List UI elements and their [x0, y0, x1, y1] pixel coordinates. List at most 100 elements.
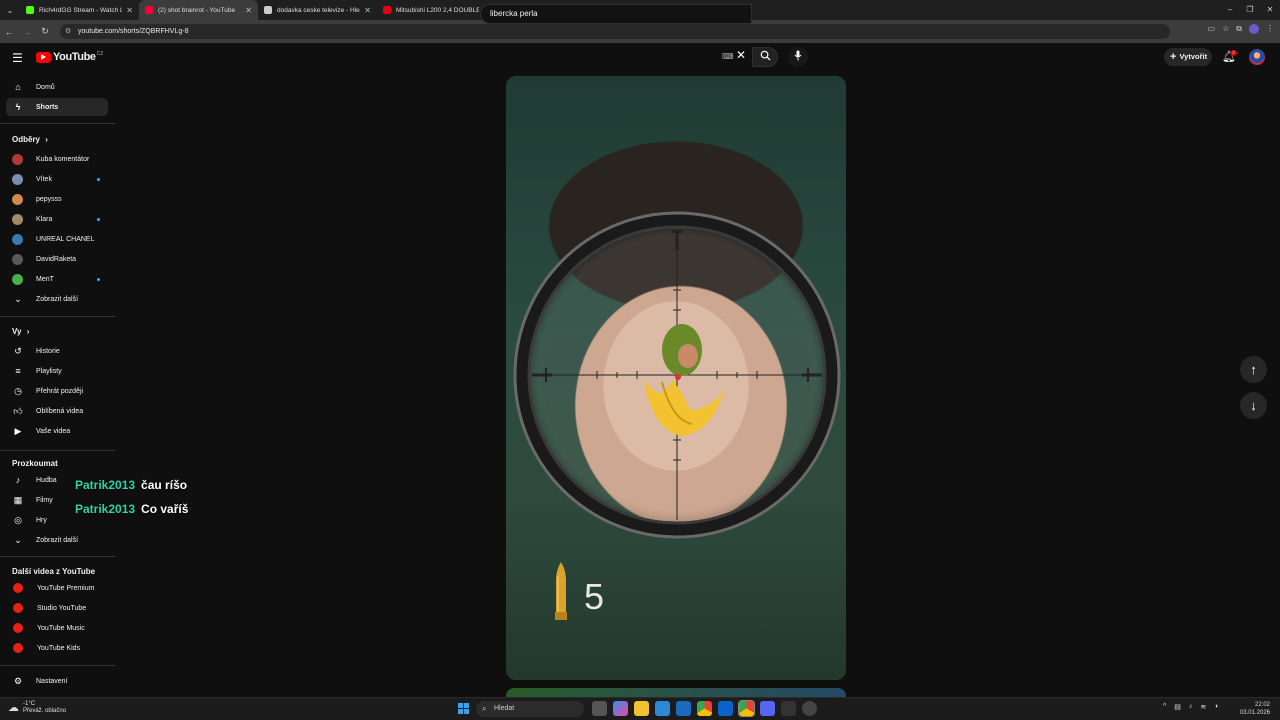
explore-section-label: Prozkoumat — [12, 459, 58, 468]
subscription-item[interactable]: Kuba komentátor — [6, 150, 108, 168]
file-explorer-icon[interactable] — [634, 701, 649, 716]
sidebar-item-label: YouTube Music — [37, 624, 85, 632]
subscription-item[interactable]: pepysss — [6, 190, 108, 208]
close-tab-icon[interactable]: ✕ — [364, 6, 371, 15]
sidebar-item-label: Filmy — [36, 496, 53, 504]
youtube-play-icon — [36, 51, 51, 63]
edge-icon[interactable] — [655, 701, 670, 716]
new-content-dot — [97, 177, 100, 181]
browser-tab[interactable]: Mitsubishi L200 2,4 DOUBLE CAB✕ — [377, 0, 496, 20]
youtube-app-item[interactable]: YouTube Kids — [6, 639, 108, 657]
wifi-icon[interactable]: ≋ — [1200, 703, 1206, 711]
tab-search-icon[interactable]: ⌄ — [0, 0, 20, 20]
mail-icon[interactable] — [676, 701, 691, 716]
short-video-player[interactable]: 5 — [506, 76, 846, 680]
obs-icon[interactable] — [781, 701, 796, 716]
logo-text: YouTube — [53, 51, 96, 63]
create-button[interactable]: + Vytvořit — [1164, 48, 1212, 66]
sidebar-item-playlists[interactable]: ≡ Playlisty — [6, 362, 108, 380]
create-label: Vytvořit — [1179, 52, 1208, 61]
youtube-app-item[interactable]: YouTube Music — [6, 619, 108, 637]
chrome-icon[interactable] — [697, 701, 712, 716]
close-window-icon[interactable]: ✕ — [1260, 0, 1280, 20]
youtube-app-item[interactable]: YouTube Premium — [6, 579, 108, 597]
sidebar-item-like[interactable]: 👍︎ Oblíbená videa — [6, 402, 108, 420]
watch-later-icon: ◷ — [14, 385, 22, 396]
browser-tab[interactable]: dodavka ceske televize - Hledat ✕ — [258, 0, 377, 20]
site-info-icon[interactable]: ⚙ — [65, 24, 71, 39]
cast-icon[interactable]: ▭ — [1208, 24, 1216, 34]
search-input[interactable]: libercka perla — [480, 4, 752, 24]
sidebar-item-your-videos[interactable]: ▶ Vaše videa — [6, 422, 108, 440]
browser-tab[interactable]: (2) shot brainrot - YouTube ✕ — [139, 0, 258, 20]
sidebar-item-shorts[interactable]: ϟ Shorts — [6, 98, 108, 116]
tray-overflow-icon[interactable]: ^ — [1163, 703, 1166, 711]
tab-title: dodavka ceske televize - Hledat — [277, 6, 361, 14]
next-short-button[interactable]: ↓ — [1240, 392, 1267, 419]
task-view-icon[interactable] — [592, 701, 607, 716]
close-tab-icon[interactable]: ✕ — [245, 6, 252, 15]
browser-tab[interactable]: Rich4rdGG Stream - Watch Live✕ — [20, 0, 139, 20]
clear-search-icon[interactable]: ✕ — [736, 48, 746, 62]
youtube-app-item[interactable]: Studio YouTube — [6, 599, 108, 617]
mic-tray-icon[interactable]: ♪ — [1189, 703, 1193, 711]
more-from-youtube-section: Další videa z YouTube — [12, 567, 95, 576]
more-from-youtube-section-label: Další videa z YouTube — [12, 567, 96, 576]
profile-icon[interactable] — [1249, 24, 1259, 34]
subscriptions-section[interactable]: Odběry › — [12, 135, 48, 144]
sidebar-item-history[interactable]: ↺ Historie — [6, 342, 108, 360]
keyboard-icon[interactable]: ⌨ — [722, 52, 734, 61]
chat-username: Patrik2013 — [75, 478, 136, 492]
account-avatar[interactable] — [1249, 49, 1265, 65]
minimize-icon[interactable]: – — [1220, 0, 1240, 20]
sidebar-item-watch-later[interactable]: ◷ Přehrát později — [6, 382, 108, 400]
previous-short-button[interactable]: ↑ — [1240, 356, 1267, 383]
voice-search-button[interactable] — [788, 47, 808, 67]
reload-icon[interactable]: ↻ — [36, 26, 54, 37]
volume-icon[interactable]: ◖ — [1214, 703, 1218, 711]
subscription-item[interactable]: UNREAL CHANEL — [6, 230, 108, 248]
youtube-app-icon — [13, 643, 23, 653]
bookmark-star-icon[interactable]: ☆ — [1222, 24, 1229, 34]
youtube-header: ☰ YouTube CZ — [0, 43, 1280, 73]
weather-widget[interactable]: ☁ -1°C Převáž. oblačno — [8, 701, 66, 715]
subscription-item[interactable]: MenT — [6, 270, 108, 288]
guide-menu-icon[interactable]: ☰ — [12, 51, 23, 65]
sidebar-item-settings[interactable]: ⚙ Nastavení — [6, 672, 108, 690]
browser-menu-icon[interactable]: ⋮ — [1266, 24, 1274, 34]
you-section[interactable]: Vy › — [12, 327, 29, 336]
windows-start-icon[interactable] — [458, 703, 469, 714]
copilot-icon[interactable] — [613, 701, 628, 716]
recording-icon[interactable] — [802, 701, 817, 716]
sidebar-item-home[interactable]: ⌂ Domů — [6, 78, 108, 96]
forward-icon[interactable]: → — [18, 27, 36, 37]
arrow-up-icon: ↑ — [1250, 362, 1257, 377]
taskbar-clock[interactable]: 22:02 03.01.2026 — [1240, 701, 1270, 717]
youtube-logo[interactable]: YouTube CZ — [36, 51, 103, 63]
show-more-subscriptions[interactable]: ⌄ Zobrazit další — [6, 290, 108, 308]
chrome-active-icon[interactable] — [738, 700, 755, 717]
outlook-icon[interactable] — [718, 701, 733, 716]
subscription-item[interactable]: DavidRaketa — [6, 250, 108, 268]
channel-avatar — [12, 173, 23, 185]
search-button[interactable] — [752, 47, 778, 67]
restore-icon[interactable]: ❐ — [1240, 0, 1260, 20]
taskbar-search-label: Hledat — [494, 705, 515, 712]
network-icon[interactable]: ▤ — [1174, 703, 1181, 711]
subscription-item[interactable]: Klara — [6, 210, 108, 228]
sidebar-divider — [0, 316, 115, 317]
explore-section: Prozkoumat — [12, 459, 58, 468]
url-field[interactable]: ⚙ youtube.com/shorts/ZQBRFHVLg-8 — [60, 24, 1170, 39]
discord-icon[interactable] — [760, 701, 775, 716]
channel-avatar — [12, 233, 23, 245]
subscription-item[interactable]: Vítek — [6, 170, 108, 188]
your-videos-icon: ▶ — [14, 425, 22, 436]
show-more-explore[interactable]: ⌄ Zobrazit další — [6, 531, 108, 549]
sidebar-item-label: Hudba — [36, 476, 57, 484]
sidebar-item-label: pepysss — [36, 195, 62, 203]
extensions-icon[interactable]: ⧉ — [1236, 24, 1242, 34]
close-tab-icon[interactable]: ✕ — [126, 6, 133, 15]
sidebar-item-label: Playlisty — [36, 367, 62, 375]
taskbar-search[interactable]: ⌕ Hledat — [476, 701, 584, 717]
back-icon[interactable]: ← — [0, 27, 18, 37]
